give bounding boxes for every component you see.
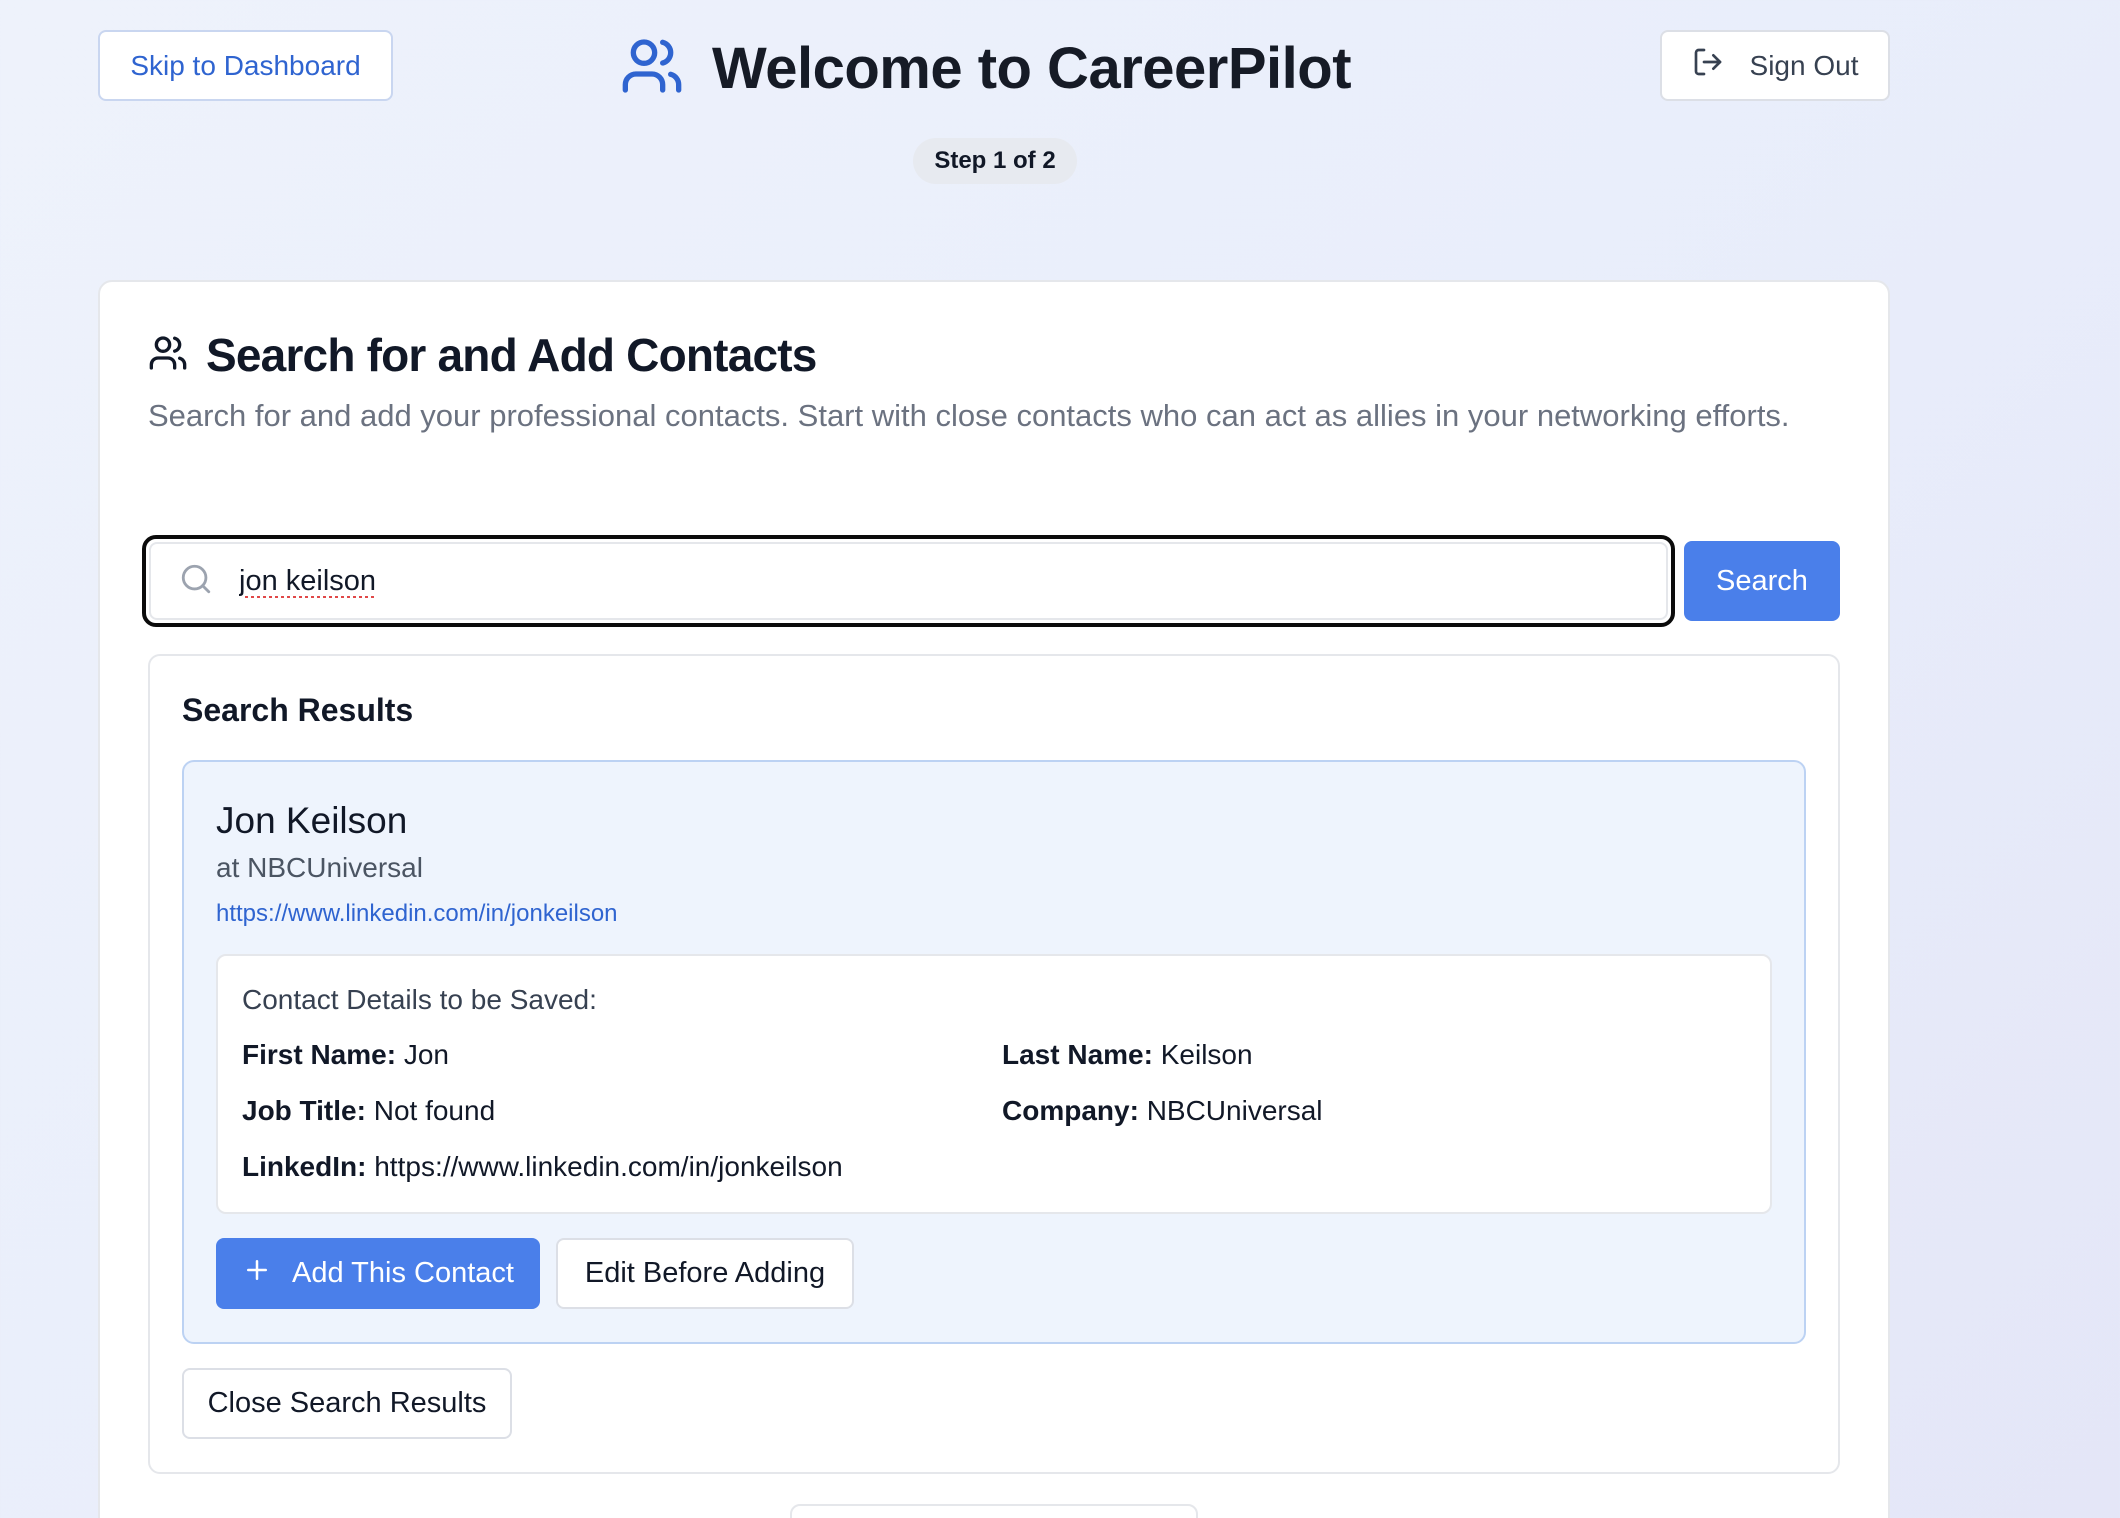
bottom-button-partial[interactable] xyxy=(790,1504,1198,1518)
sign-out-label: Sign Out xyxy=(1749,49,1859,81)
details-title: Contact Details to be Saved: xyxy=(242,984,597,1015)
add-contact-label: Add This Contact xyxy=(292,1257,514,1289)
detail-last-name-label: Last Name: xyxy=(1002,1039,1153,1070)
detail-company-value: NBCUniversal xyxy=(1146,1095,1323,1126)
detail-job-title-label: Job Title: xyxy=(242,1095,366,1126)
detail-job-title-value: Not found xyxy=(373,1095,496,1126)
detail-linkedin-value: https://www.linkedin.com/in/jonkeilson xyxy=(374,1151,843,1182)
search-button[interactable]: Search xyxy=(1684,541,1840,621)
close-search-results-button[interactable]: Close Search Results xyxy=(182,1368,512,1439)
plus-icon xyxy=(242,1255,272,1293)
section-description: Search for and add your professional con… xyxy=(148,398,1790,433)
detail-first-name: First Name: Jon xyxy=(242,1039,449,1071)
edit-before-adding-button[interactable]: Edit Before Adding xyxy=(556,1238,854,1309)
section-title: Search for and Add Contacts xyxy=(206,329,817,381)
contact-company: at NBCUniversal xyxy=(216,852,423,883)
detail-first-name-label: First Name: xyxy=(242,1039,397,1070)
detail-linkedin-label: LinkedIn: xyxy=(242,1151,367,1182)
search-input[interactable] xyxy=(239,564,1589,598)
users-icon xyxy=(148,333,188,378)
sign-out-button[interactable]: Sign Out xyxy=(1660,30,1890,101)
detail-last-name: Last Name: Keilson xyxy=(1002,1039,1253,1071)
step-badge: Step 1 of 2 xyxy=(913,138,1077,184)
detail-job-title: Job Title: Not found xyxy=(242,1095,495,1127)
search-icon xyxy=(179,562,213,601)
add-contact-button[interactable]: Add This Contact xyxy=(216,1238,540,1309)
page-title: Welcome to CareerPilot xyxy=(712,35,1352,101)
skip-to-dashboard-button[interactable]: Skip to Dashboard xyxy=(98,30,393,101)
contact-linkedin-link[interactable]: https://www.linkedin.com/in/jonkeilson xyxy=(216,900,618,928)
contact-name: Jon Keilson xyxy=(216,800,408,841)
users-icon xyxy=(620,34,684,103)
detail-last-name-value: Keilson xyxy=(1160,1039,1253,1070)
section-heading: Search for and Add Contacts xyxy=(148,328,817,382)
search-results-title: Search Results xyxy=(182,692,414,728)
app-header: Welcome to CareerPilot xyxy=(620,30,1352,106)
detail-company-label: Company: xyxy=(1002,1095,1139,1126)
log-out-icon xyxy=(1692,46,1724,85)
detail-company: Company: NBCUniversal xyxy=(1002,1095,1323,1127)
detail-linkedin: LinkedIn: https://www.linkedin.com/in/jo… xyxy=(242,1151,843,1183)
search-field[interactable] xyxy=(142,535,1675,627)
detail-first-name-value: Jon xyxy=(403,1039,449,1070)
